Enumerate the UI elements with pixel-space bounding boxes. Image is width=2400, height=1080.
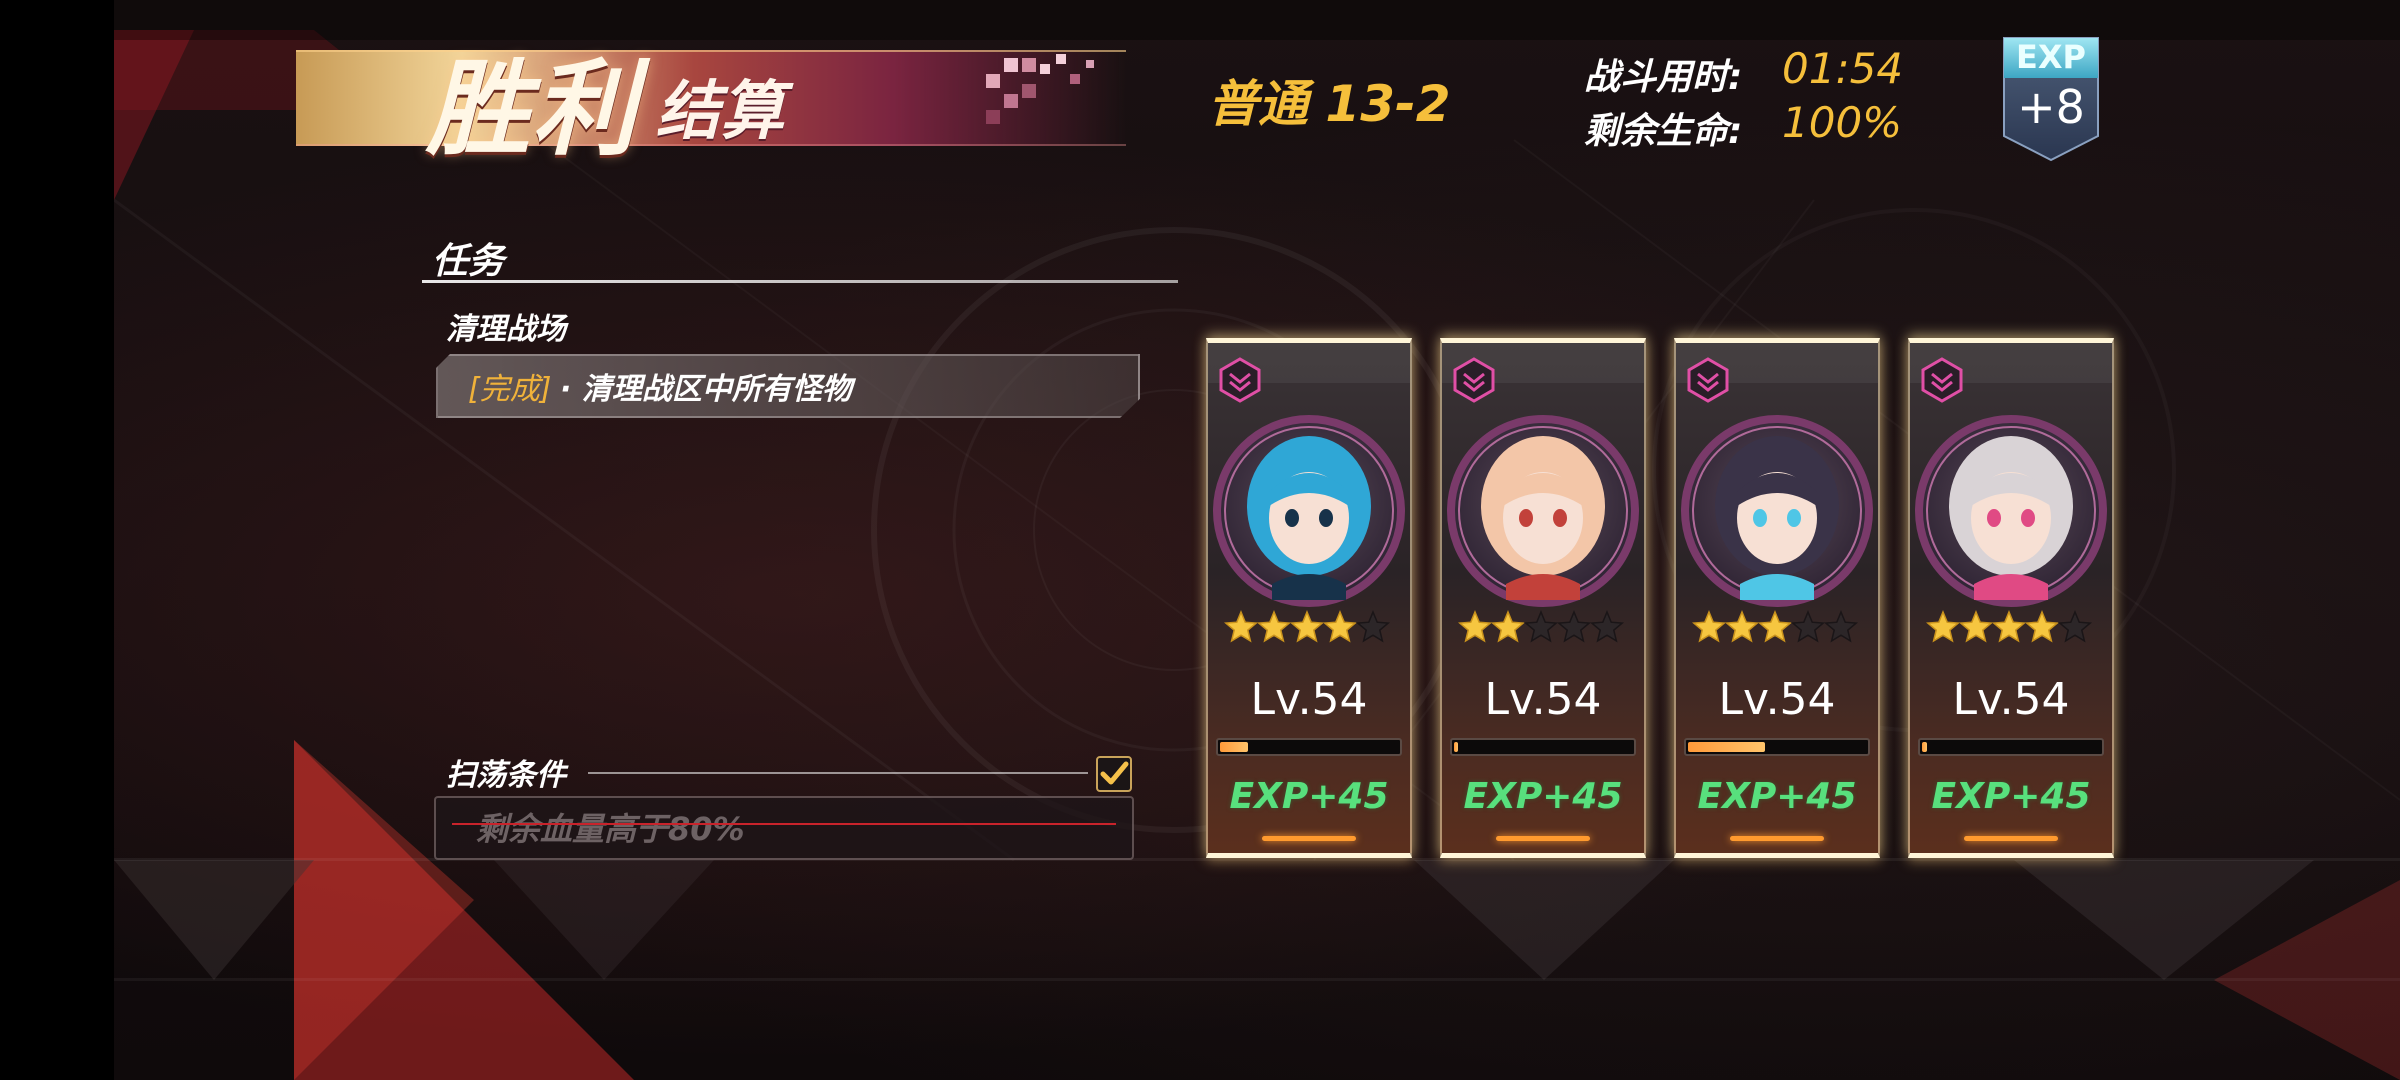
mission-description: · 清理战区中所有怪物: [560, 372, 852, 407]
battle-time-label: 战斗用时:: [1584, 57, 1743, 98]
exp-progress-fill: [1922, 742, 1927, 752]
sweep-strikethrough: [452, 823, 1116, 825]
exp-badge-label: EXP: [2016, 38, 2086, 76]
star-empty-icon: [1790, 610, 1826, 643]
star-empty-icon: [1589, 610, 1625, 643]
remaining-hp-label: 剩余生命:: [1584, 111, 1743, 152]
star-filled-icon: [1757, 610, 1793, 643]
sweep-condition-label: 扫荡条件: [446, 758, 566, 793]
character-card[interactable]: Lv.54 EXP+45: [1206, 338, 1412, 858]
star-filled-icon: [1289, 610, 1325, 643]
victory-settlement-screen: 胜利 结算 普通 13-2 战斗用时: 01:54 剩余生命: 100% EXP…: [0, 0, 2400, 1080]
star-rating: [1224, 610, 1391, 643]
checkmark-icon: [1100, 761, 1129, 785]
sweep-checkbox[interactable]: [1096, 756, 1132, 792]
sweep-divider: [588, 772, 1088, 774]
stage-label: 普通 13-2: [1208, 75, 1451, 133]
exp-progress-bar: [1450, 738, 1636, 756]
sweep-condition-text: 剩余血量高于80%: [476, 810, 745, 848]
character-portrait: [1681, 415, 1873, 607]
character-portrait: [1213, 415, 1405, 607]
star-empty-icon: [2057, 610, 2093, 643]
star-filled-icon: [2024, 610, 2060, 643]
card-bottom-glow: [1730, 836, 1824, 841]
character-level: Lv.54: [1484, 674, 1602, 725]
exp-badge: EXP +8: [2002, 36, 2100, 162]
star-empty-icon: [1556, 610, 1592, 643]
mission-divider: [422, 280, 1178, 283]
exp-badge-value: +8: [2017, 80, 2085, 134]
character-portrait: [1447, 415, 1639, 607]
rank-icon: [1219, 357, 1261, 403]
star-filled-icon: [1458, 610, 1493, 643]
exp-gain-text: EXP+45: [1229, 776, 1389, 817]
rank-icon: [1453, 357, 1495, 403]
rank-icon: [1687, 357, 1729, 403]
exp-progress-fill: [1220, 742, 1248, 752]
star-filled-icon: [1724, 610, 1760, 643]
card-bottom-glow: [1964, 836, 2058, 841]
star-filled-icon: [1692, 610, 1727, 643]
star-filled-icon: [1256, 610, 1292, 643]
star-rating: [1692, 610, 1859, 643]
card-bottom-glow: [1496, 836, 1590, 841]
star-rating: [1926, 610, 2093, 643]
star-filled-icon: [1926, 610, 1961, 643]
mission-name: 清理战场: [446, 312, 566, 347]
character-card[interactable]: Lv.54 EXP+45: [1908, 338, 2114, 858]
character-portrait: [1915, 415, 2107, 607]
star-filled-icon: [1322, 610, 1358, 643]
mission-header: 任务: [432, 241, 505, 282]
character-level: Lv.54: [1718, 674, 1836, 725]
exp-progress-fill: [1454, 742, 1458, 752]
title-settlement: 结算: [656, 75, 784, 149]
exp-gain-text: EXP+45: [1931, 776, 2091, 817]
star-empty-icon: [1523, 610, 1559, 643]
mission-status: [完成]: [468, 372, 552, 407]
exp-gain-text: EXP+45: [1463, 776, 1623, 817]
rank-icon: [1921, 357, 1963, 403]
star-filled-icon: [1224, 610, 1259, 643]
card-bottom-glow: [1262, 836, 1356, 841]
victory-banner: 胜利 结算: [296, 48, 1126, 170]
banner-pixel-decor: [986, 54, 1094, 124]
character-card[interactable]: Lv.54 EXP+45: [1674, 338, 1880, 858]
character-level: Lv.54: [1952, 674, 2070, 725]
character-level: Lv.54: [1250, 674, 1368, 725]
remaining-hp-value: 100%: [1782, 98, 1903, 147]
star-rating: [1458, 610, 1625, 643]
exp-gain-text: EXP+45: [1697, 776, 1857, 817]
exp-progress-fill: [1688, 742, 1765, 752]
title-victory: 胜利: [426, 48, 639, 170]
star-empty-icon: [1823, 610, 1859, 643]
star-filled-icon: [1490, 610, 1526, 643]
exp-progress-bar: [1216, 738, 1402, 756]
exp-progress-bar: [1918, 738, 2104, 756]
exp-progress-bar: [1684, 738, 1870, 756]
star-filled-icon: [1958, 610, 1994, 643]
star-empty-icon: [1355, 610, 1391, 643]
character-card[interactable]: Lv.54 EXP+45: [1440, 338, 1646, 858]
battle-time-value: 01:54: [1782, 44, 1904, 93]
star-filled-icon: [1991, 610, 2027, 643]
